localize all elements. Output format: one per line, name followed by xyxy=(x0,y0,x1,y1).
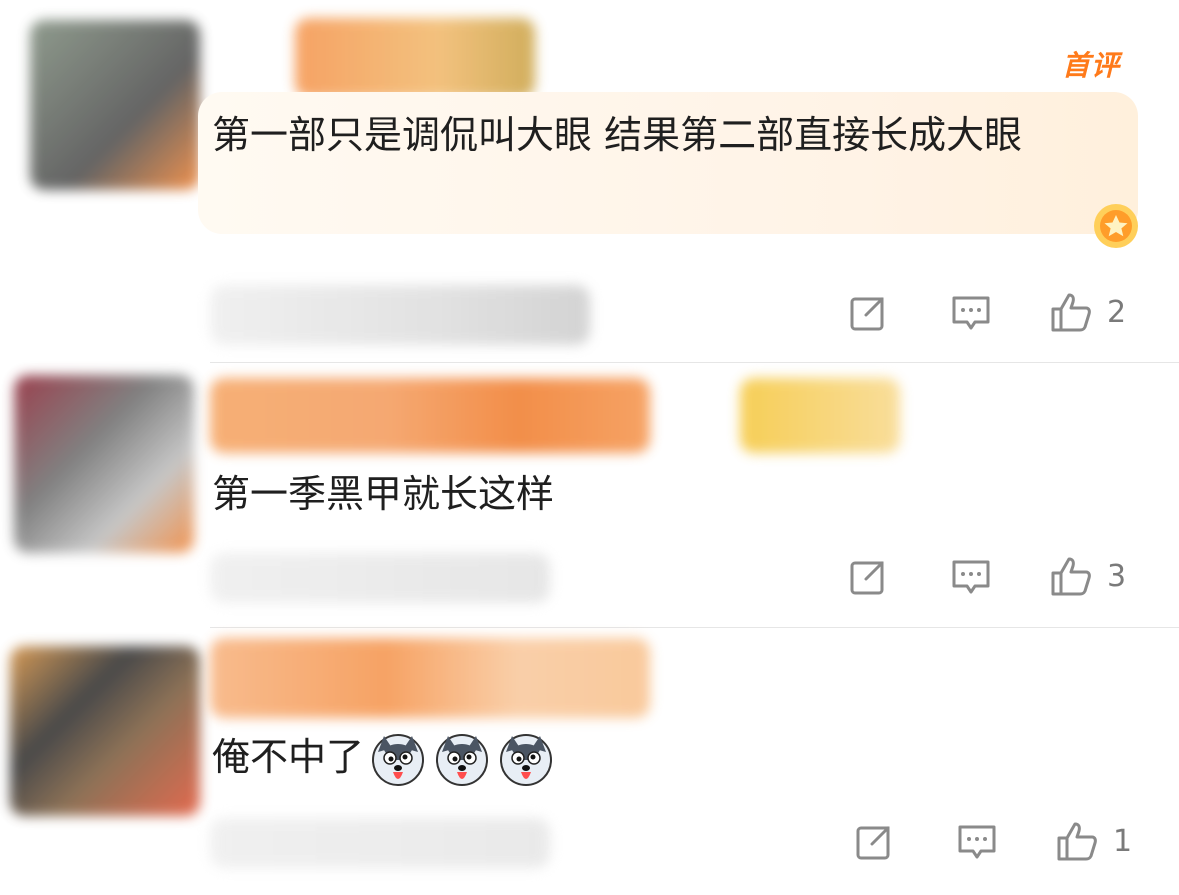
husky-dog-emoji-icon xyxy=(500,733,553,786)
share-button[interactable] xyxy=(847,551,891,601)
reply-button[interactable] xyxy=(955,816,999,866)
husky-dog-emoji-icon xyxy=(372,733,425,786)
like-count: 2 xyxy=(1107,294,1127,330)
like-button[interactable]: 2 xyxy=(1049,287,1126,337)
comment-bubble-icon xyxy=(958,825,996,859)
avatar[interactable] xyxy=(14,375,194,553)
thumbs-up-icon xyxy=(1057,822,1097,861)
comment-actions: 2 xyxy=(839,287,1179,337)
share-button[interactable] xyxy=(847,287,891,337)
comment-text: 俺不中了 xyxy=(212,735,365,779)
avatar[interactable] xyxy=(10,646,200,816)
username[interactable] xyxy=(210,638,650,718)
share-square-icon xyxy=(850,297,884,331)
thumbs-up-icon xyxy=(1051,557,1091,596)
username[interactable] xyxy=(295,18,535,98)
share-square-icon xyxy=(856,826,890,860)
comment-item: 俺不中了 1 xyxy=(0,628,1179,895)
username[interactable] xyxy=(210,378,650,453)
timestamp xyxy=(210,553,550,603)
share-square-icon xyxy=(850,561,884,595)
comment-text: 第一季黑甲就长这样 xyxy=(212,472,555,516)
emoji-group xyxy=(370,732,554,788)
comment-item: 第一季黑甲就长这样 3 xyxy=(0,363,1179,627)
user-badge xyxy=(740,378,900,453)
comment-actions: 3 xyxy=(839,551,1179,601)
timestamp xyxy=(210,285,590,345)
comment-item: 首评 第一部只是调侃叫大眼 结果第二部直接长成大眼 2 xyxy=(0,0,1179,362)
comment-line: 俺不中了 xyxy=(212,726,912,788)
thumbs-up-icon xyxy=(1051,293,1091,332)
comment-bubble-icon xyxy=(952,296,990,330)
first-comment-badge: 首评 xyxy=(1062,44,1120,84)
like-button[interactable]: 1 xyxy=(1055,816,1132,866)
timestamp xyxy=(210,818,550,868)
comment-bubble-icon xyxy=(952,560,990,594)
reply-button[interactable] xyxy=(949,551,993,601)
like-count: 3 xyxy=(1107,558,1127,594)
reply-button[interactable] xyxy=(949,287,993,337)
gold-star-medal-icon xyxy=(1094,204,1138,248)
avatar[interactable] xyxy=(30,20,200,190)
comment-actions: 1 xyxy=(839,816,1179,866)
like-button[interactable]: 3 xyxy=(1049,551,1126,601)
share-button[interactable] xyxy=(853,816,897,866)
comment-text: 第一部只是调侃叫大眼 结果第二部直接长成大眼 xyxy=(212,113,1023,157)
husky-dog-emoji-icon xyxy=(436,733,489,786)
like-count: 1 xyxy=(1113,823,1133,859)
